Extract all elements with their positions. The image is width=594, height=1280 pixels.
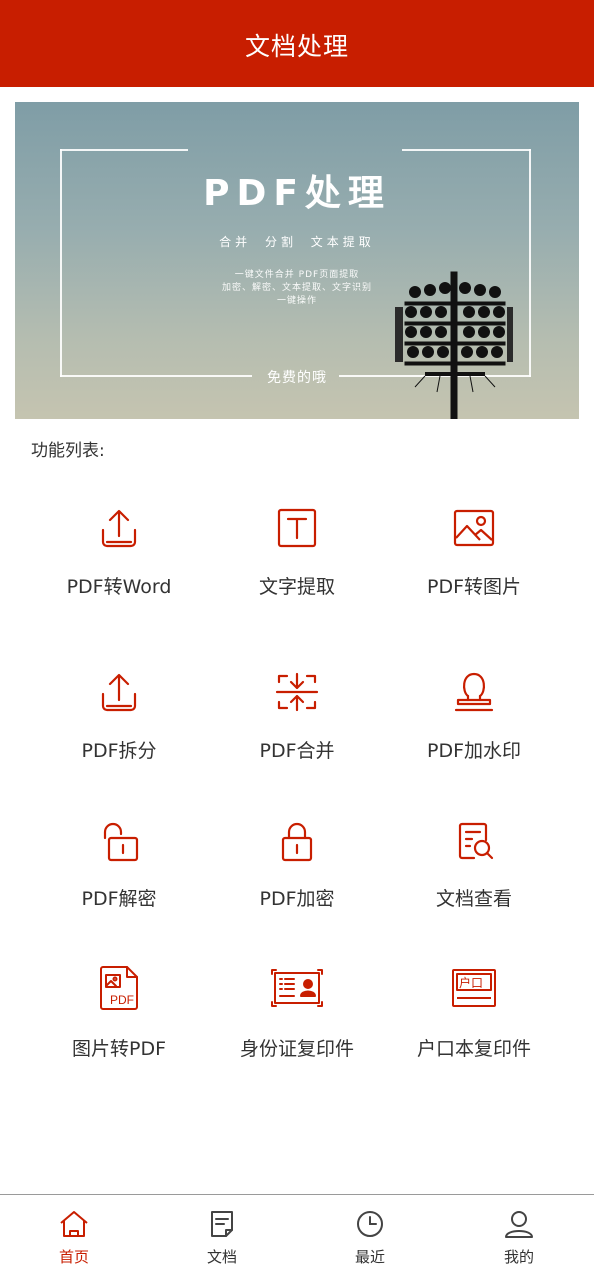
feature-label: 文档查看 xyxy=(435,888,512,910)
feature-pdf-to-word[interactable]: PDF转Word xyxy=(30,506,208,616)
feature-pdf-watermark[interactable]: PDF加水印 xyxy=(385,668,563,778)
household-register-icon: 户口 xyxy=(452,969,496,1007)
nav-label: 我的 xyxy=(503,1248,534,1266)
banner-title: PDF处理 xyxy=(203,173,391,214)
nav-label: 文档 xyxy=(206,1248,237,1266)
clock-icon xyxy=(357,1211,383,1237)
feature-label: 文字提取 xyxy=(258,576,335,598)
nav-item-documents[interactable]: 文档 xyxy=(148,1195,296,1280)
nav-item-home[interactable]: 首页 xyxy=(0,1195,148,1280)
feature-label: 户口本复印件 xyxy=(416,1038,531,1060)
feature-household-register-copy[interactable]: 户口 户口本复印件 xyxy=(385,964,563,1074)
feature-pdf-decrypt[interactable]: PDF解密 xyxy=(30,818,208,928)
stamp-icon xyxy=(454,672,494,712)
image-icon xyxy=(453,509,495,547)
upload-tray-icon xyxy=(101,673,137,712)
banner-frame-line xyxy=(402,149,531,151)
feature-document-view[interactable]: 文档查看 xyxy=(385,818,563,928)
feature-label: PDF转Word xyxy=(66,576,172,598)
image-to-pdf-icon: PDF xyxy=(100,966,138,1010)
nav-item-recent[interactable]: 最近 xyxy=(296,1195,444,1280)
feature-label: PDF转图片 xyxy=(426,576,522,598)
app-root: 文档处理 PDF处理 合并 分割 文本提取 一键文件合并 PDF页面提取 加密、… xyxy=(0,0,594,1280)
user-icon xyxy=(505,1211,533,1238)
locked-padlock-icon xyxy=(281,822,313,862)
banner-frame-line xyxy=(60,149,188,151)
promo-banner[interactable]: PDF处理 合并 分割 文本提取 一键文件合并 PDF页面提取 加密、解密、文本… xyxy=(15,102,579,419)
svg-text:户口: 户口 xyxy=(459,975,483,990)
text-box-icon xyxy=(277,508,317,548)
feature-label: PDF加水印 xyxy=(426,740,522,762)
banner-subtitle: 合并 分割 文本提取 xyxy=(219,235,375,249)
feature-label: 身份证复印件 xyxy=(239,1038,354,1060)
merge-arrows-icon xyxy=(275,672,319,712)
id-card-icon xyxy=(271,969,323,1007)
home-icon xyxy=(60,1211,88,1237)
document-search-icon xyxy=(458,822,494,860)
svg-text:PDF: PDF xyxy=(110,993,134,1007)
feature-label: PDF解密 xyxy=(81,888,157,910)
feature-id-card-copy[interactable]: 身份证复印件 xyxy=(208,964,386,1074)
feature-pdf-to-image[interactable]: PDF转图片 xyxy=(385,504,563,614)
feature-image-to-pdf[interactable]: PDF 图片转PDF xyxy=(30,964,208,1074)
feature-label: 图片转PDF xyxy=(71,1038,167,1060)
nav-label: 首页 xyxy=(58,1248,89,1266)
floodlight-tower-image xyxy=(395,271,513,419)
page-title: 文档处理 xyxy=(244,31,349,61)
app-header: 文档处理 xyxy=(0,0,594,87)
document-icon xyxy=(211,1211,233,1237)
nav-item-mine[interactable]: 我的 xyxy=(445,1195,593,1280)
feature-label: PDF合并 xyxy=(259,740,335,762)
upload-tray-icon xyxy=(101,509,137,548)
unlocked-padlock-icon xyxy=(103,822,139,862)
feature-pdf-encrypt[interactable]: PDF加密 xyxy=(208,818,386,928)
bottom-navigation: 首页 文档 最近 我的 xyxy=(0,1194,594,1280)
feature-pdf-merge[interactable]: PDF合并 xyxy=(208,668,386,778)
feature-label: PDF加密 xyxy=(259,888,335,910)
feature-label: PDF拆分 xyxy=(81,740,157,762)
nav-label: 最近 xyxy=(354,1248,385,1266)
feature-pdf-split[interactable]: PDF拆分 xyxy=(30,670,208,780)
feature-text-extract[interactable]: 文字提取 xyxy=(208,504,386,614)
feature-list-label: 功能列表: xyxy=(31,441,105,461)
